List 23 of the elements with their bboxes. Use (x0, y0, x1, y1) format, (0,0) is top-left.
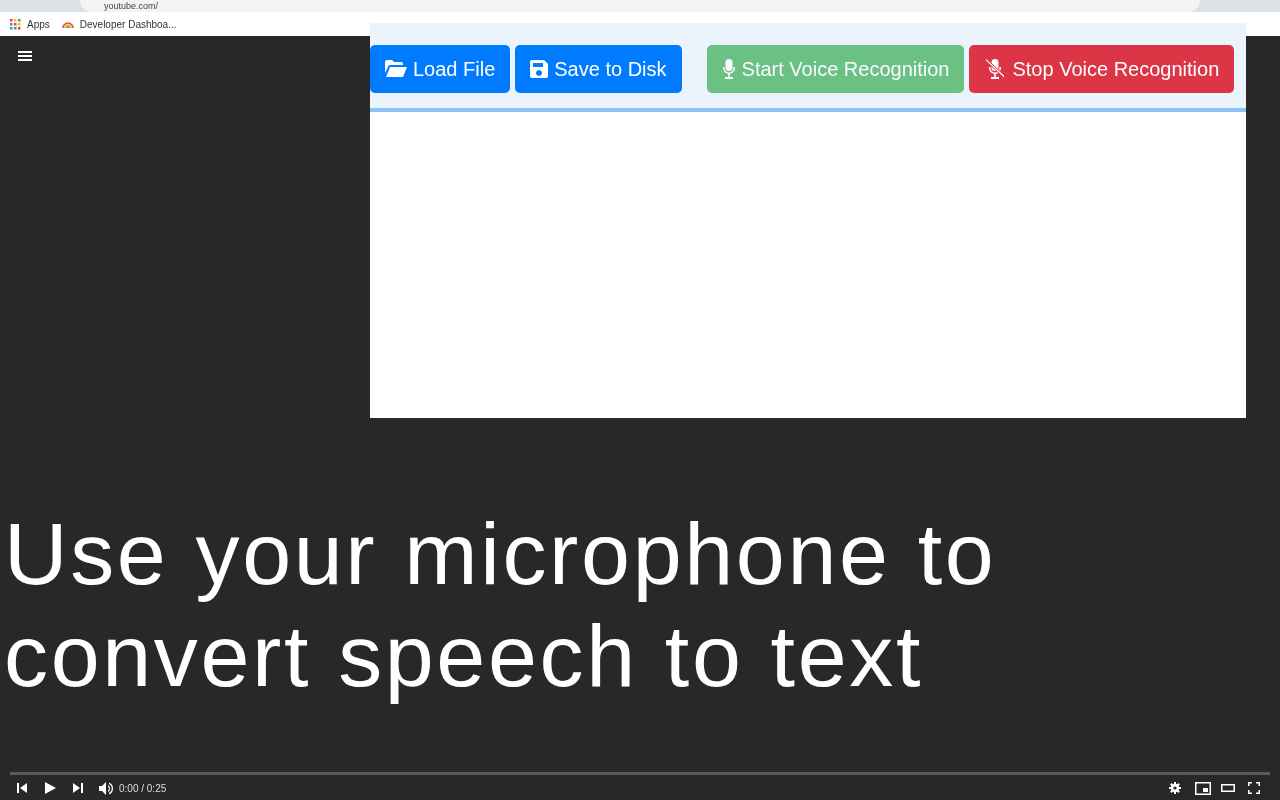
skip-previous-icon[interactable] (17, 783, 27, 793)
menu-icon[interactable] (18, 50, 32, 62)
address-text: youtube.com/ (104, 0, 159, 12)
skip-next-icon[interactable] (73, 783, 83, 793)
toolbar-button[interactable]: Load File (370, 44, 511, 93)
play-icon[interactable] (45, 782, 56, 794)
folder-icon (385, 60, 407, 77)
volume-icon[interactable] (99, 781, 113, 795)
time-display: 0:00 / 0:25 (119, 781, 167, 796)
fullscreen-icon[interactable] (1248, 782, 1260, 794)
toolbar-button[interactable]: Stop Voice Recognition (969, 44, 1235, 93)
address-bar[interactable]: youtube.com/ (80, 0, 1200, 12)
caption-text: Use your microphone to convert speech to text (4, 503, 998, 707)
theater-mode-icon[interactable] (1221, 784, 1235, 792)
rainbow-icon (61, 19, 74, 29)
toolbar-button[interactable]: Save to Disk (515, 44, 682, 93)
bookmark-link[interactable]: Developer Dashboa... (79, 16, 177, 32)
bookmark-link[interactable]: Apps (27, 16, 50, 32)
apps-grid-icon (10, 18, 21, 30)
microphone-muted-icon (984, 58, 1007, 79)
settings-icon[interactable] (1169, 782, 1181, 794)
microphone-icon (721, 58, 736, 79)
miniplayer-icon[interactable] (1195, 781, 1211, 795)
